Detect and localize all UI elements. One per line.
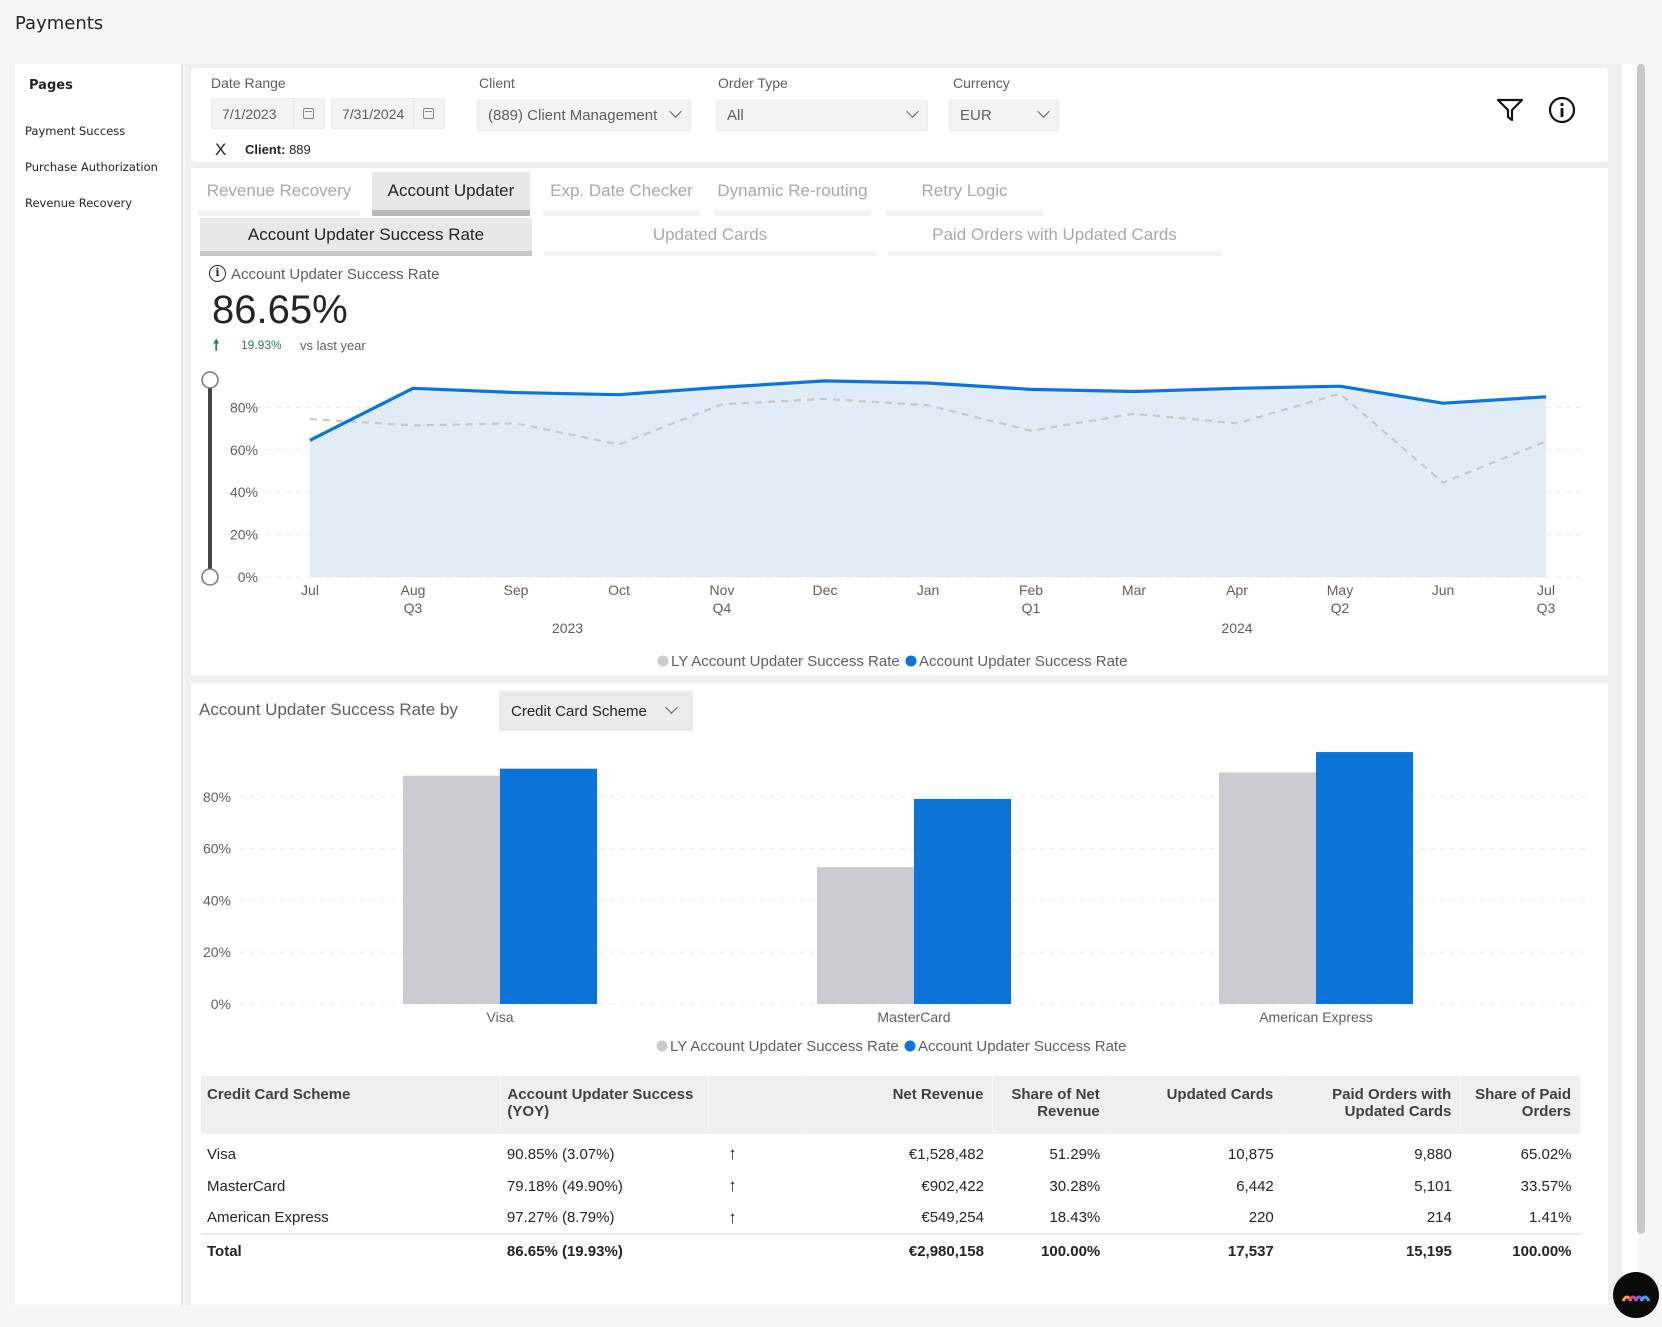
cell-share-net: 100.00%: [992, 1233, 1110, 1268]
cell-share-paid: 100.00%: [1460, 1233, 1581, 1268]
y-tick-label: 60%: [203, 841, 231, 857]
column-header[interactable]: Paid Orders with Updated Cards: [1282, 1076, 1462, 1134]
column-header[interactable]: Updated Cards: [1109, 1076, 1284, 1134]
legend-current-marker: [904, 1040, 916, 1052]
cell-success: 79.18% (49.90%): [506, 1177, 623, 1195]
table-row[interactable]: American Express 97.27% (8.79%) ↑ €549,254 1…: [201, 1202, 1581, 1234]
cell-updated-cards: 220: [1248, 1209, 1274, 1226]
cell-paid-orders: 15,195: [1282, 1233, 1461, 1268]
cell-success: 97.27% (8.79%): [506, 1209, 615, 1226]
cell-share-net: 51.29%: [1049, 1145, 1101, 1163]
x-category-label: MasterCard: [877, 1009, 950, 1025]
arrow-up-icon: ↑: [728, 1144, 737, 1163]
cell-paid-orders: 9,880: [1414, 1145, 1452, 1163]
ly-bar[interactable]: [403, 775, 500, 1004]
table-row[interactable]: Visa 90.85% (3.07%) ↑ €1,528,482 51.29% 10,87…: [201, 1134, 1581, 1170]
cell-scheme: Total: [201, 1233, 501, 1268]
assistant-logo-icon: [1621, 1295, 1651, 1302]
current-bar[interactable]: [914, 798, 1011, 1004]
x-category-label: Visa: [487, 1009, 514, 1025]
y-tick-label: 80%: [203, 789, 231, 805]
table-row[interactable]: MasterCard 79.18% (49.90%) ↑ €902,422 30.28%…: [201, 1170, 1581, 1202]
cell-paid-orders: 214: [1426, 1209, 1452, 1226]
cell-trend: [708, 1233, 803, 1268]
arrow-up-icon: ↑: [728, 1207, 737, 1227]
cell-net-revenue: €1,528,482: [908, 1145, 984, 1163]
column-header[interactable]: Share of Paid Orders: [1460, 1076, 1581, 1134]
legend-ly-marker: [656, 1040, 668, 1052]
arrow-up-icon: ↑: [728, 1176, 737, 1195]
y-tick-label: 40%: [203, 892, 231, 908]
column-header[interactable]: Share of Net Revenue: [992, 1076, 1110, 1134]
cell-updated-cards: 17,537: [1109, 1233, 1283, 1268]
scrollbar-track: [1622, 64, 1638, 1305]
legend-ly-label: LY Account Updater Success Rate: [670, 1038, 899, 1055]
cell-updated-cards: 10,875: [1227, 1145, 1274, 1163]
cell-scheme: Visa: [207, 1145, 236, 1163]
ly-bar[interactable]: [1219, 772, 1316, 1004]
scrollbar-thumb[interactable]: [1637, 64, 1645, 1234]
column-header[interactable]: Account Updater Success (YOY): [500, 1076, 709, 1134]
cell-net-revenue: €902,422: [921, 1177, 984, 1195]
x-category-label: American Express: [1259, 1009, 1373, 1025]
cell-success: 86.65% (19.93%): [500, 1233, 709, 1268]
cell-scheme: MasterCard: [207, 1177, 286, 1195]
cell-success: 90.85% (3.07%): [506, 1145, 615, 1163]
y-tick-label: 20%: [203, 944, 231, 960]
legend-current-label: Account Updater Success Rate: [918, 1038, 1126, 1055]
cell-share-paid: 1.41%: [1528, 1209, 1572, 1226]
cell-net-revenue: €549,254: [921, 1209, 984, 1226]
cell-share-net: 18.43%: [1049, 1209, 1101, 1226]
cell-paid-orders: 5,101: [1414, 1177, 1452, 1195]
current-bar[interactable]: [500, 768, 597, 1004]
cell-share-paid: 65.02%: [1520, 1145, 1572, 1163]
cell-share-paid: 33.57%: [1520, 1177, 1572, 1195]
cell-net-revenue: €2,980,158: [802, 1233, 993, 1268]
ly-bar[interactable]: [817, 867, 914, 1004]
y-tick-label: 0%: [211, 996, 231, 1012]
column-header[interactable]: Net Revenue: [802, 1076, 994, 1134]
assistant-button[interactable]: [1613, 1272, 1659, 1318]
cell-updated-cards: 6,442: [1236, 1177, 1274, 1195]
success-rate-by-scheme-chart: 0% 20% 40% 60% 80% Visa MasterCard American Exp…: [203, 752, 1585, 1055]
table-total-row: Total 86.65% (19.93%) €2,980,158 100.00%…: [201, 1233, 1581, 1268]
table-header-row: Credit Card Scheme Account Updater Succe…: [201, 1076, 1581, 1134]
column-header[interactable]: Credit Card Scheme: [201, 1076, 502, 1134]
column-header: [708, 1076, 804, 1134]
scheme-table: Credit Card Scheme Account Updater Succe…: [201, 1076, 1581, 1268]
current-bar[interactable]: [1316, 752, 1413, 1004]
cell-scheme: American Express: [207, 1209, 329, 1226]
cell-share-net: 30.28%: [1049, 1177, 1101, 1195]
